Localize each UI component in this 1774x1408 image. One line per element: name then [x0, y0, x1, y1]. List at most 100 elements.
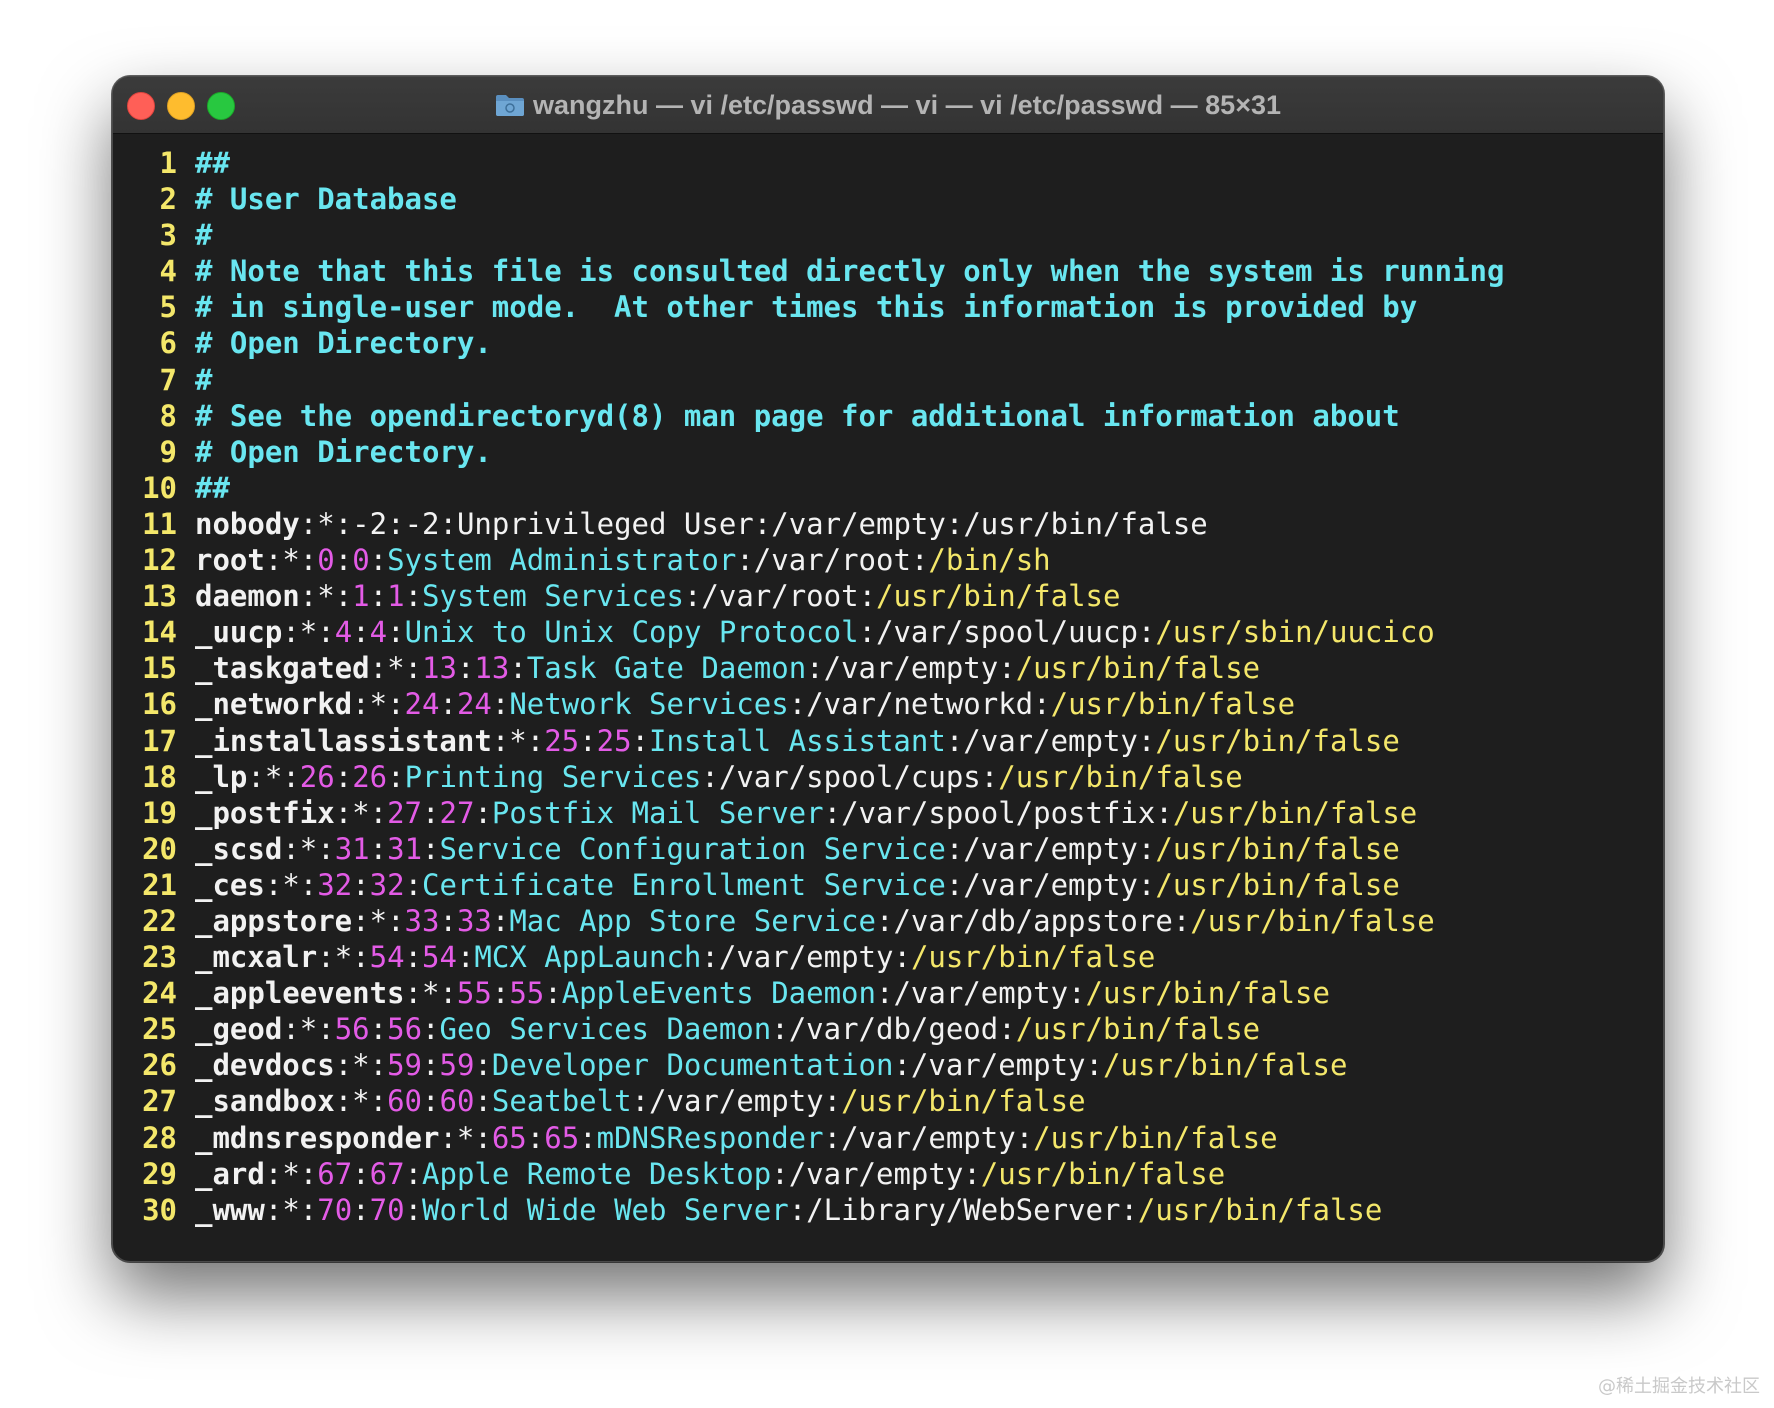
passwd-entry: _appleevents:*:55:55:AppleEvents Daemon:… — [195, 975, 1330, 1011]
home-directory: /var/empty — [841, 1120, 1016, 1155]
field-separator: : — [369, 1084, 388, 1119]
gecos-description: World Wide Web Server — [422, 1192, 789, 1227]
passwd-entry: _networkd:*:24:24:Network Services:/var/… — [195, 686, 1295, 722]
password-field: * — [352, 1084, 370, 1119]
home-directory: /var/spool/cups — [718, 759, 981, 794]
gecos-description: Network Services — [509, 687, 789, 722]
password-field: * — [282, 543, 300, 578]
field-separator: : — [352, 615, 370, 650]
uid: 55 — [456, 976, 492, 1011]
comment-text: ## — [195, 146, 230, 180]
password-field: * — [334, 940, 353, 975]
gecos-description: Task Gate Daemon — [526, 651, 807, 686]
line-number: 29 — [142, 1156, 177, 1191]
gid: 65 — [544, 1120, 580, 1155]
vi-editor-buffer[interactable]: 1 ## 2 # User Database 3 #4 # Note that this f… — [113, 133, 1663, 1261]
field-separator: : — [422, 1012, 440, 1047]
field-separator: : — [369, 831, 388, 866]
password-field: * — [509, 723, 527, 758]
field-separator: : — [439, 976, 457, 1011]
username: _geod — [195, 1012, 283, 1047]
gid: 60 — [439, 1084, 475, 1119]
username: _uucp — [195, 615, 283, 650]
field-separator: : — [456, 651, 475, 686]
field-separator: : — [299, 506, 318, 541]
login-shell: /usr/bin/false — [980, 1156, 1226, 1191]
field-separator: : — [910, 543, 929, 578]
gecos-description: AppleEvents Daemon — [561, 976, 876, 1011]
passwd-entry: _sandbox:*:60:60:Seatbelt:/var/empty:/us… — [195, 1083, 1086, 1119]
username: _sandbox — [195, 1084, 335, 1119]
field-separator: : — [369, 1048, 388, 1083]
field-separator: : — [369, 1012, 388, 1047]
line-number: 22 — [142, 903, 177, 938]
field-separator: : — [771, 1012, 789, 1047]
field-separator: : — [282, 1012, 300, 1047]
username: _taskgated — [195, 651, 370, 686]
uid: 54 — [369, 940, 405, 975]
gid: 0 — [352, 543, 370, 578]
field-separator: : — [526, 723, 545, 758]
gecos-description: Unix to Unix Copy Protocol — [404, 615, 859, 650]
field-separator: : — [299, 543, 318, 578]
password-field: * — [299, 615, 318, 650]
passwd-entry: _www:*:70:70:World Wide Web Server:/Libr… — [195, 1192, 1382, 1228]
comment-line: 2 # User Database — [113, 181, 1663, 217]
uid: 26 — [299, 759, 335, 794]
comment-line: 3 # — [113, 217, 1663, 253]
home-directory: /var/root — [753, 543, 911, 578]
login-shell: /usr/bin/false — [1190, 903, 1435, 938]
field-separator: : — [631, 1084, 650, 1119]
uid: 67 — [317, 1156, 353, 1191]
field-separator: : — [299, 579, 318, 614]
field-separator: : — [980, 759, 999, 794]
passwd-entry-line: 11 nobody:*:-2:-2:Unprivileged User:/var/… — [113, 506, 1663, 542]
field-separator: : — [369, 795, 388, 830]
field-separator: : — [1120, 1192, 1138, 1227]
line-number: 16 — [142, 687, 177, 722]
field-separator: : — [1155, 795, 1173, 830]
field-separator: : — [352, 1156, 370, 1191]
uid: 1 — [352, 579, 370, 614]
line-number: 15 — [142, 651, 177, 686]
gid: 56 — [387, 1012, 423, 1047]
password-field: * — [352, 1048, 370, 1083]
uid: 4 — [334, 615, 353, 650]
uid: 0 — [317, 543, 335, 578]
field-separator: : — [1085, 1048, 1103, 1083]
uid: 27 — [387, 795, 423, 830]
field-separator: : — [404, 1192, 423, 1227]
field-separator: : — [509, 651, 527, 686]
username: _ces — [195, 867, 265, 902]
passwd-entry-line: 17 _installassistant:*:25:25:Install Assi… — [113, 723, 1663, 759]
gid: 1 — [387, 579, 405, 614]
username: _lp — [195, 759, 248, 794]
comment-text: # — [195, 218, 213, 253]
home-directory: /var/empty — [910, 1048, 1086, 1083]
gid: 24 — [456, 687, 492, 722]
line-number: 13 — [142, 579, 177, 614]
passwd-entry: daemon:*:1:1:System Services:/var/root:/… — [195, 578, 1120, 614]
gecos-description: Postfix Mail Server — [491, 795, 824, 830]
title-bar[interactable]: wangzhu — vi /etc/passwd — vi — vi /etc/… — [113, 77, 1663, 134]
username: _ard — [195, 1156, 265, 1191]
home-directory: /var/root — [701, 579, 859, 614]
comment-text: # — [195, 362, 213, 397]
username: _mcxalr — [195, 940, 318, 975]
passwd-entry: root:*:0:0:System Administrator:/var/roo… — [195, 542, 1051, 578]
field-separator: : — [334, 759, 353, 794]
username: _appleevents — [195, 976, 405, 1011]
folder-icon — [495, 93, 525, 117]
field-separator: : — [334, 506, 353, 541]
passwd-entry: _postfix:*:27:27:Postfix Mail Server:/va… — [195, 795, 1417, 831]
field-separator: : — [334, 543, 353, 578]
comment-text: # Open Directory. — [195, 434, 492, 469]
gecos-description: Printing Services — [404, 759, 702, 794]
uid: 70 — [317, 1192, 353, 1227]
field-separator: : — [334, 795, 353, 830]
field-separator: : — [858, 615, 877, 650]
password-field: * — [317, 506, 335, 541]
field-separator: : — [317, 940, 335, 975]
field-separator: : — [352, 1192, 370, 1227]
passwd-entry-line: 14 _uucp:*:4:4:Unix to Unix Copy Protocol… — [113, 614, 1663, 650]
